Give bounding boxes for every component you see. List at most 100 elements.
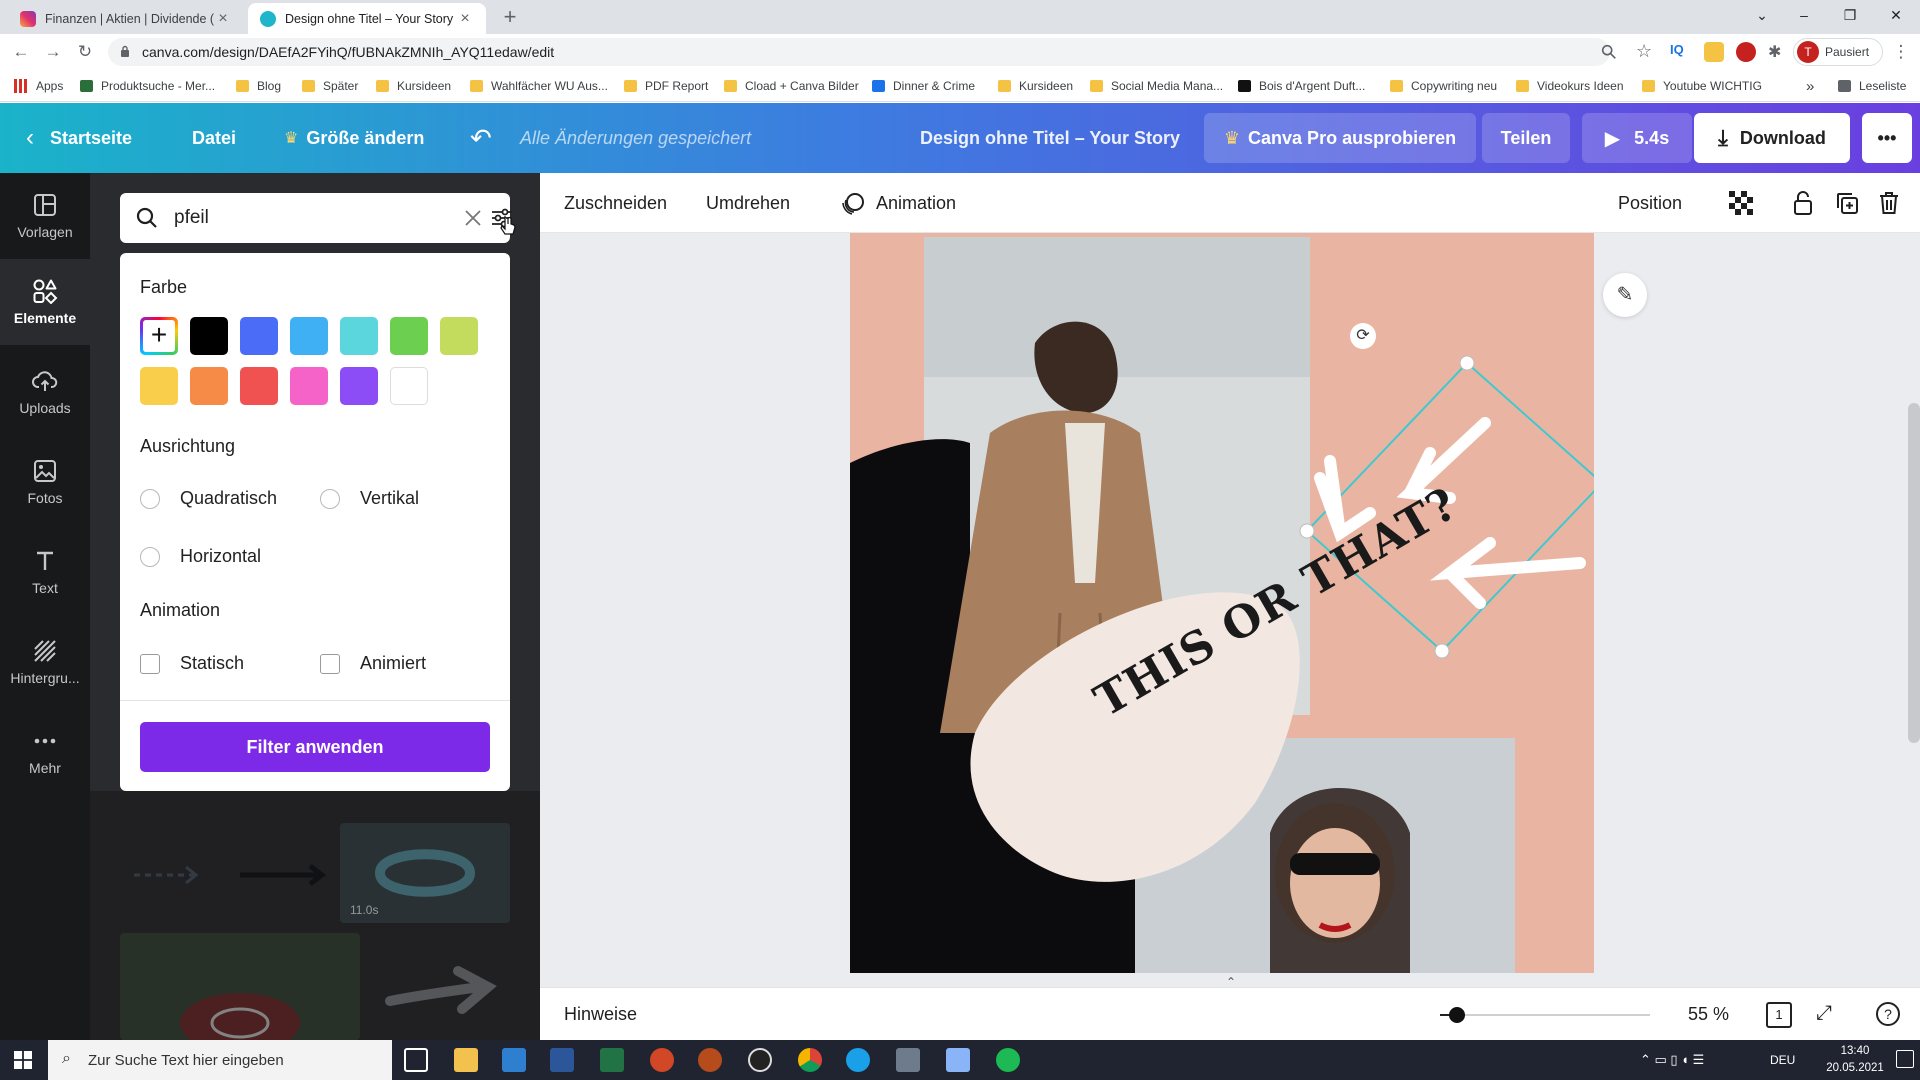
close-window-icon[interactable]: ✕ [1874,0,1918,30]
static-checkbox[interactable]: Statisch [140,653,244,674]
bookmark-item[interactable]: Videokurs Ideen [1516,77,1624,95]
result-thumbnail[interactable] [120,823,330,923]
color-swatch[interactable] [240,367,278,405]
orientation-vertical[interactable]: Vertikal [320,488,419,509]
resize-button[interactable]: ♛ Größe ändern [284,103,424,173]
animation-button[interactable]: Animation [840,173,956,233]
bookmark-item[interactable]: Youtube WICHTIG [1642,77,1762,95]
bookmark-item[interactable]: Kursideen [376,77,451,95]
adblock-extension-icon[interactable] [1736,42,1756,62]
notification-icon[interactable] [1896,1050,1914,1068]
extension-icon[interactable] [1704,42,1724,62]
animated-checkbox[interactable]: Animiert [320,653,426,674]
app-icon[interactable] [896,1048,920,1072]
comment-icon[interactable]: ✎ [1603,273,1647,317]
color-swatch[interactable] [190,367,228,405]
powerpoint-icon[interactable] [650,1048,674,1072]
document-title[interactable]: Design ohne Titel – Your Story [920,103,1180,173]
bookmark-star-icon[interactable]: ☆ [1636,41,1652,62]
rail-photos[interactable]: Fotos [0,439,90,525]
edge-icon[interactable] [846,1048,870,1072]
color-swatch[interactable] [290,317,328,355]
app-icon[interactable] [698,1048,722,1072]
new-tab-button[interactable]: + [498,6,522,30]
fullscreen-icon[interactable]: ⤢ [1816,1002,1832,1025]
taskbar-search[interactable]: ⌕ Zur Suche Text hier eingeben [48,1040,392,1080]
color-swatch[interactable] [390,367,428,405]
puzzle-extensions-icon[interactable]: ✱ [1768,42,1788,62]
app-icon[interactable] [946,1048,970,1072]
bookmark-item[interactable]: Cload + Canva Bilder [724,77,859,95]
orientation-horizontal[interactable]: Horizontal [140,546,261,567]
position-button[interactable]: Position [1618,173,1682,233]
word-icon[interactable] [550,1048,574,1072]
crop-button[interactable]: Zuschneiden [564,173,667,233]
rail-uploads[interactable]: Uploads [0,349,90,435]
back-icon[interactable]: ← [10,41,32,63]
windows-start-icon[interactable] [14,1051,32,1069]
bookmark-item[interactable]: Kursideen [998,77,1073,95]
color-swatch[interactable] [290,367,328,405]
rail-backgrounds[interactable]: Hintergru... [0,619,90,705]
show-pages-handle[interactable]: ⌃ [1196,975,1266,987]
chrome-icon[interactable] [798,1048,822,1072]
tab-canva-design[interactable]: Design ohne Titel – Your Story × [248,3,486,34]
bookmark-item[interactable]: Dinner & Crime [872,77,975,95]
result-video-thumbnail[interactable]: 11.0s [340,823,510,923]
duplicate-icon[interactable] [1834,190,1860,216]
file-explorer-icon[interactable] [454,1048,478,1072]
tab-search-icon[interactable]: ⌄ [1740,0,1784,30]
undo-icon[interactable]: ↶ [470,103,492,173]
more-options-button[interactable]: ••• [1862,113,1912,163]
transparency-icon[interactable] [1728,190,1754,216]
color-swatch[interactable] [140,367,178,405]
vertical-scrollbar[interactable] [1908,403,1920,743]
page-count-icon[interactable]: 1 [1766,1002,1792,1028]
color-swatch[interactable] [390,317,428,355]
design-page[interactable]: ⟳ THIS OR THAT? [850,233,1594,973]
present-button[interactable]: ▶ 5.4s [1582,113,1692,163]
system-tray-icons[interactable]: ⌃ ▭ ▯ ◖ ☰ [1640,1040,1704,1080]
lock-icon[interactable] [1790,190,1816,216]
zoom-slider[interactable] [1440,1007,1650,1023]
rail-more[interactable]: Mehr [0,709,90,795]
zoom-level[interactable]: 55 % [1688,988,1729,1041]
reload-icon[interactable]: ↻ [74,41,96,63]
zoom-slider-thumb[interactable] [1448,1007,1465,1023]
bookmark-item[interactable]: Wahlfächer WU Aus... [470,77,608,95]
bookmark-apps[interactable]: Apps [14,77,63,95]
bookmarks-overflow-icon[interactable]: » [1806,77,1814,95]
rotate-handle-icon[interactable]: ⟳ [1350,323,1376,349]
profile-button[interactable]: T Pausiert [1793,38,1883,66]
mail-icon[interactable] [502,1048,526,1072]
notes-button[interactable]: Hinweise [564,988,637,1041]
result-thumbnail[interactable] [370,933,510,1040]
close-tab-icon[interactable]: × [456,10,474,28]
minimize-icon[interactable]: – [1782,0,1826,30]
apply-filter-button[interactable]: Filter anwenden [140,722,490,772]
share-button[interactable]: Teilen [1482,113,1570,163]
address-bar[interactable]: canva.com/design/DAEfA2FYihQ/fUBNAkZMNIh… [108,38,1652,66]
flip-button[interactable]: Umdrehen [706,173,790,233]
color-swatch[interactable] [190,317,228,355]
clock[interactable]: 13:40 20.05.2021 [1820,1043,1890,1077]
color-swatch[interactable] [240,317,278,355]
bookmark-item[interactable]: Blog [236,77,281,95]
rail-elements[interactable]: Elemente [0,259,90,345]
tab-finanzen[interactable]: Finanzen | Aktien | Dividende (@ × [8,3,244,34]
rail-templates[interactable]: Vorlagen [0,173,90,259]
result-thumbnail[interactable] [120,933,360,1040]
reading-list[interactable]: Leseliste [1838,77,1906,95]
bookmark-item[interactable]: Später [302,77,358,95]
input-language[interactable]: DEU [1770,1040,1795,1080]
file-menu[interactable]: Datei [192,103,236,173]
bookmark-item[interactable]: Produktsuche - Mer... [80,77,215,95]
orientation-square[interactable]: Quadratisch [140,488,277,509]
bookmark-item[interactable]: PDF Report [624,77,708,95]
clear-search-icon[interactable] [464,209,482,227]
bookmark-item[interactable]: Copywriting neu [1390,77,1497,95]
restore-icon[interactable]: ❐ [1828,0,1872,30]
spotify-icon[interactable] [996,1048,1020,1072]
forward-icon[interactable]: → [42,41,64,63]
search-input[interactable] [174,205,414,231]
